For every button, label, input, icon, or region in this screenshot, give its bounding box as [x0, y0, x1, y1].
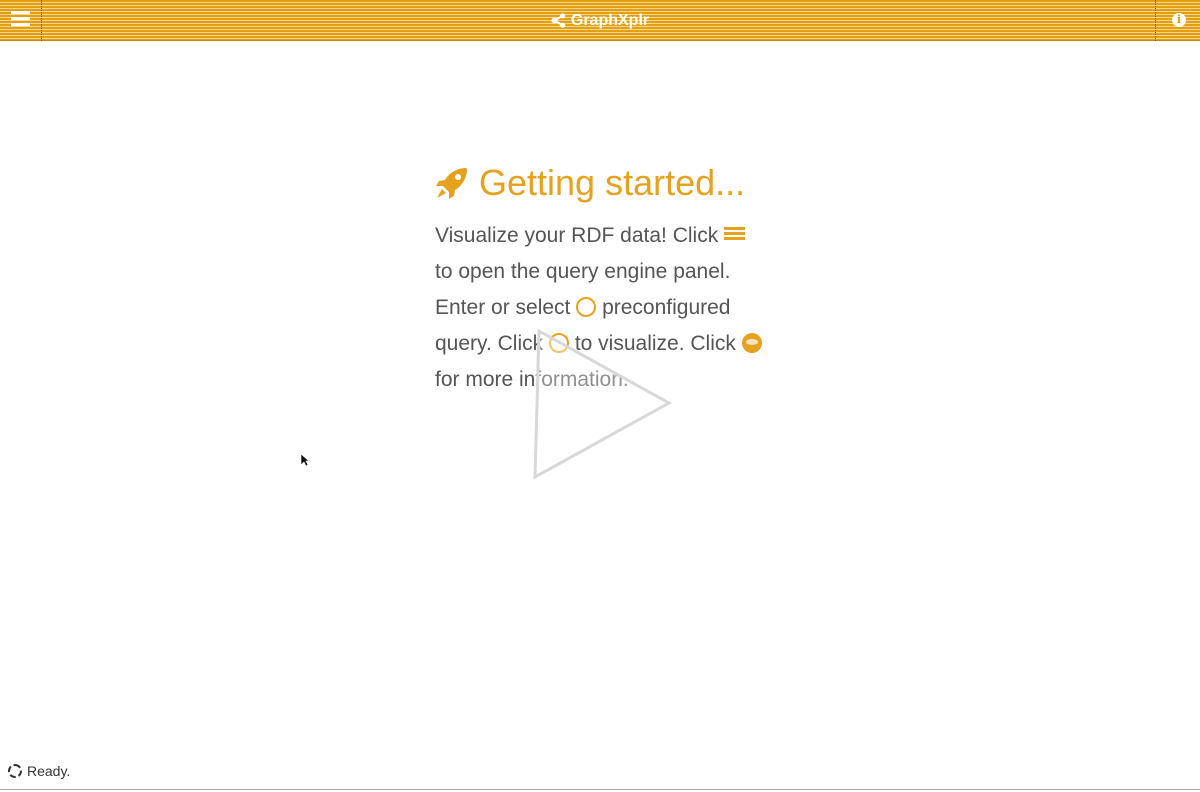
rocket-icon: [436, 168, 467, 199]
mouse-cursor-icon: [300, 453, 310, 467]
query-select-icon: [576, 297, 597, 317]
info-button[interactable]: i: [1155, 0, 1200, 41]
intro-text-1: Visualize your RDF data! Click: [435, 224, 725, 247]
heading-text: Getting started...: [479, 162, 746, 203]
app-title: GraphXplr: [570, 11, 650, 29]
top-toolbar: GraphXplr i: [0, 0, 1200, 41]
status-bar: Ready.: [8, 763, 70, 779]
hamburger-menu-icon: [724, 227, 746, 245]
play-icon[interactable]: [525, 325, 675, 485]
spinner-icon: [8, 764, 22, 778]
app-brand: GraphXplr: [0, 0, 1200, 41]
status-text: Ready.: [27, 763, 71, 779]
bottom-divider: [0, 789, 1200, 790]
menu-button[interactable]: [0, 0, 42, 41]
share-nodes-icon: [551, 13, 566, 28]
getting-started-heading: Getting started...: [435, 160, 775, 206]
info-icon: i: [1172, 13, 1186, 27]
hamburger-menu-icon: [11, 11, 30, 29]
globe-icon: [741, 333, 762, 353]
